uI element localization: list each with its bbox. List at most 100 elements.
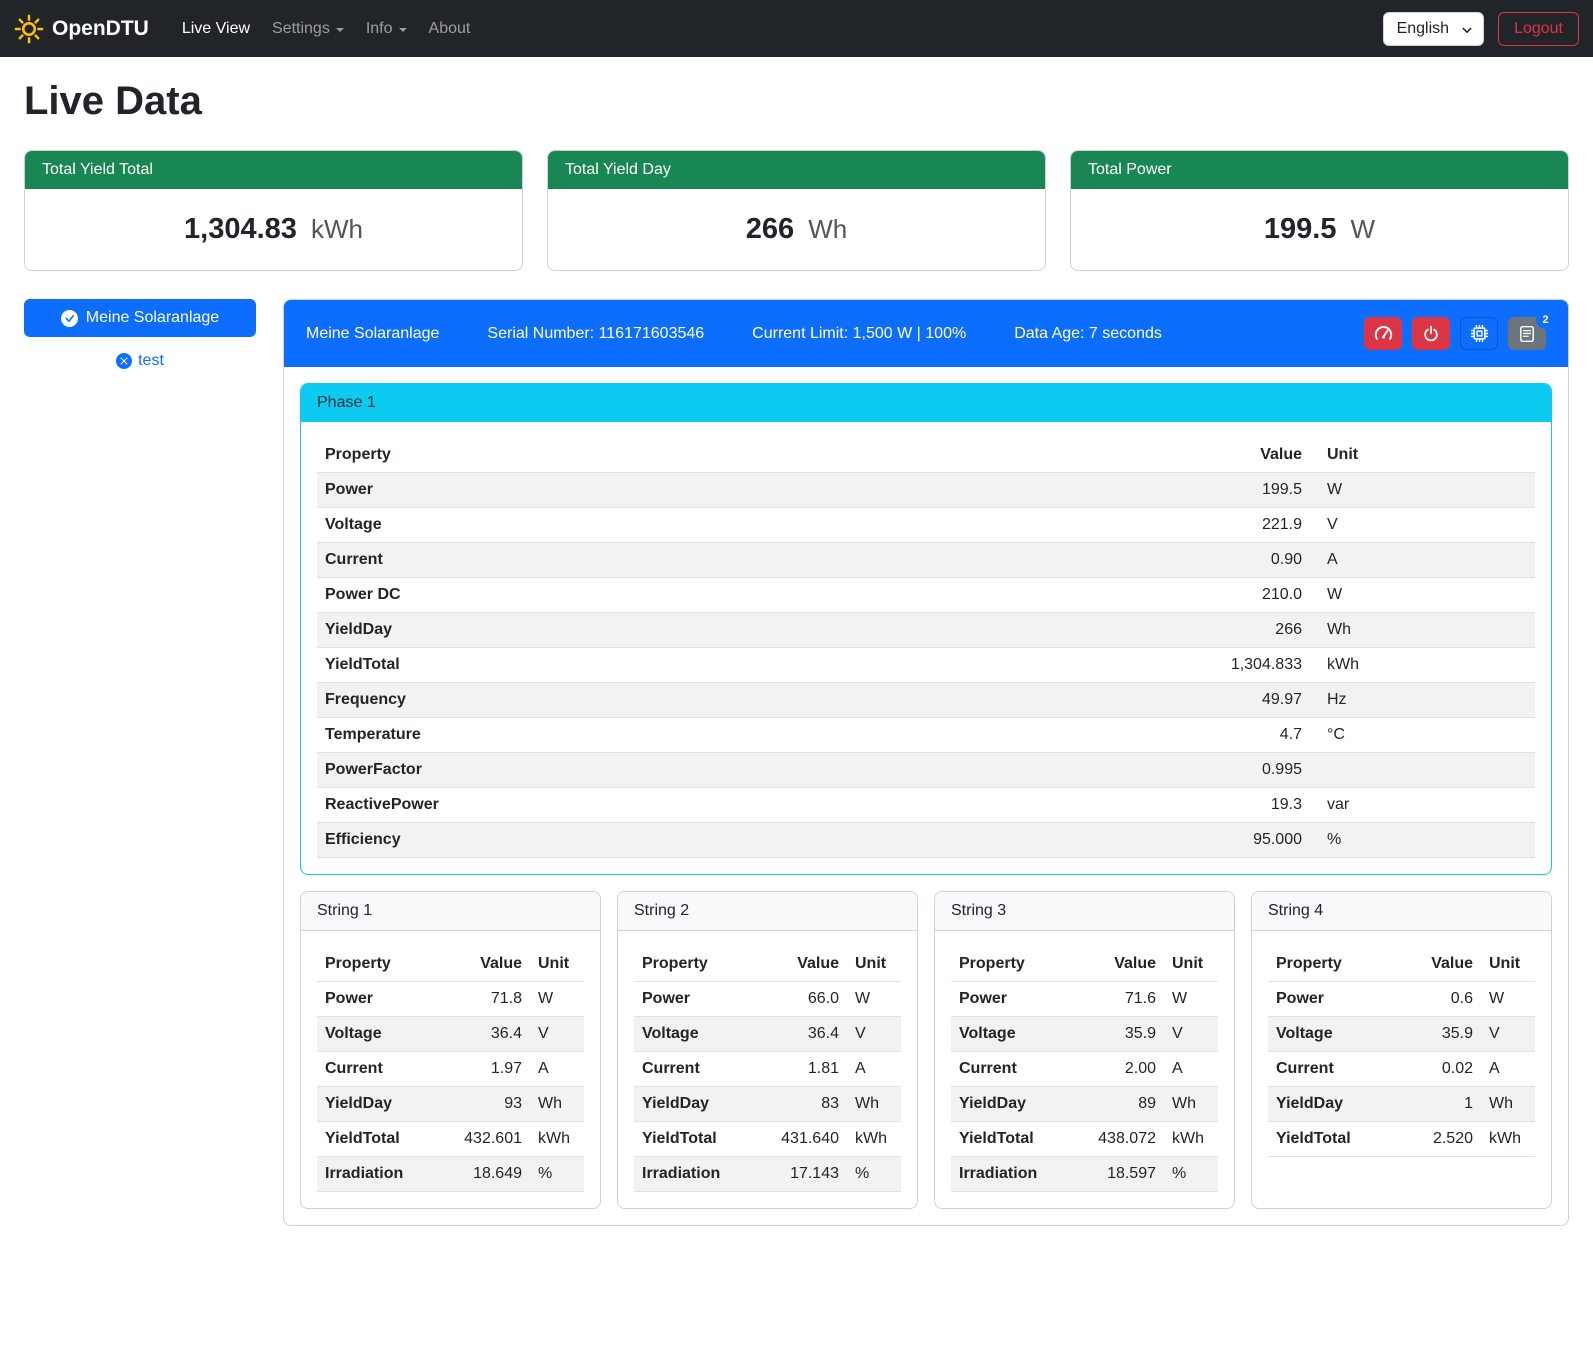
- strings-row: String 1 Property Value Unit Power 71.8 …: [300, 891, 1552, 1209]
- table-row: ReactivePower 19.3 var: [317, 788, 1535, 823]
- property-value: 210.0: [1180, 578, 1310, 613]
- property-name: YieldTotal: [1268, 1122, 1409, 1157]
- device-info-button[interactable]: [1460, 317, 1498, 350]
- table-row: Current 1.81 A: [634, 1052, 901, 1087]
- logout-button[interactable]: Logout: [1498, 12, 1579, 46]
- col-unit: Unit: [1481, 947, 1535, 982]
- brand[interactable]: OpenDTU: [14, 14, 149, 44]
- property-value: 35.9: [1090, 1017, 1164, 1052]
- property-value: 1: [1409, 1087, 1481, 1122]
- card-header: Total Power: [1071, 151, 1568, 189]
- table-row: YieldTotal 2.520 kWh: [1268, 1122, 1535, 1157]
- table-row: YieldTotal 438.072 kWh: [951, 1122, 1218, 1157]
- table-row: Current 2.00 A: [951, 1052, 1218, 1087]
- property-name: Power: [317, 473, 1180, 508]
- property-unit: V: [1164, 1017, 1218, 1052]
- total-yield-total-value: 1,304.83: [184, 213, 297, 245]
- property-unit: %: [847, 1157, 901, 1192]
- card-header: Total Yield Total: [25, 151, 522, 189]
- property-value: 19.3: [1180, 788, 1310, 823]
- property-name: PowerFactor: [317, 753, 1180, 788]
- property-name: Temperature: [317, 718, 1180, 753]
- inverter-limit: Current Limit: 1,500 W | 100%: [752, 325, 966, 343]
- event-log-button[interactable]: 2: [1508, 317, 1546, 350]
- limit-settings-button[interactable]: [1364, 317, 1402, 350]
- property-name: Current: [317, 1052, 456, 1087]
- table-row: YieldDay 266 Wh: [317, 613, 1535, 648]
- property-unit: Wh: [1481, 1087, 1535, 1122]
- table-row: PowerFactor 0.995: [317, 753, 1535, 788]
- x-circle-icon: [116, 353, 132, 369]
- property-unit: Wh: [1310, 613, 1535, 648]
- property-value: 1,304.833: [1180, 648, 1310, 683]
- col-unit: Unit: [1310, 438, 1535, 473]
- language-select[interactable]: English: [1383, 12, 1484, 46]
- sidebar-item-meine-solaranlage[interactable]: Meine Solaranlage: [24, 299, 256, 337]
- nav-settings[interactable]: Settings: [261, 12, 355, 46]
- property-name: Power: [317, 982, 456, 1017]
- property-unit: W: [1481, 982, 1535, 1017]
- property-unit: kWh: [847, 1122, 901, 1157]
- table-row: YieldTotal 431.640 kWh: [634, 1122, 901, 1157]
- inverter-panel: Meine Solaranlage Serial Number: 1161716…: [283, 299, 1569, 1226]
- string-table: Property Value Unit Power 71.6 W Voltage…: [951, 947, 1218, 1192]
- property-name: YieldTotal: [634, 1122, 773, 1157]
- property-value: 0.02: [1409, 1052, 1481, 1087]
- property-name: Efficiency: [317, 823, 1180, 858]
- total-power-unit: W: [1351, 214, 1376, 244]
- property-unit: W: [530, 982, 584, 1017]
- table-row: Current 0.90 A: [317, 543, 1535, 578]
- property-value: 431.640: [773, 1122, 847, 1157]
- page-container: Live Data Total Yield Total 1,304.83 kWh…: [0, 57, 1593, 1250]
- nav-live-view-label: Live View: [182, 20, 250, 38]
- property-unit: V: [1481, 1017, 1535, 1052]
- nav-about-label: About: [429, 20, 471, 38]
- property-name: Power: [634, 982, 773, 1017]
- property-unit: W: [1310, 578, 1535, 613]
- table-row: Power 0.6 W: [1268, 982, 1535, 1017]
- power-button[interactable]: [1412, 317, 1450, 350]
- card-value: 1,304.83 kWh: [25, 189, 522, 270]
- property-unit: W: [1310, 473, 1535, 508]
- inverter-actions: 2: [1364, 317, 1546, 350]
- phase-card-body: Property Value Unit Power 199.5 W Voltag…: [301, 422, 1551, 874]
- nav-info[interactable]: Info: [355, 12, 418, 46]
- property-value: 4.7: [1180, 718, 1310, 753]
- property-unit: %: [1164, 1157, 1218, 1192]
- brand-label: OpenDTU: [52, 17, 149, 41]
- property-name: Voltage: [317, 1017, 456, 1052]
- nav-about[interactable]: About: [418, 12, 482, 46]
- table-row: Current 1.97 A: [317, 1052, 584, 1087]
- journal-icon: [1518, 325, 1536, 343]
- table-row: Current 0.02 A: [1268, 1052, 1535, 1087]
- table-row: Power 71.8 W: [317, 982, 584, 1017]
- property-name: YieldDay: [634, 1087, 773, 1122]
- property-value: 0.6: [1409, 982, 1481, 1017]
- property-value: 89: [1090, 1087, 1164, 1122]
- property-name: Voltage: [634, 1017, 773, 1052]
- property-value: 83: [773, 1087, 847, 1122]
- col-unit: Unit: [530, 947, 584, 982]
- property-unit: kWh: [530, 1122, 584, 1157]
- property-name: Voltage: [951, 1017, 1090, 1052]
- property-unit: A: [1310, 543, 1535, 578]
- property-value: 35.9: [1409, 1017, 1481, 1052]
- col-property: Property: [317, 947, 456, 982]
- property-name: Current: [951, 1052, 1090, 1087]
- property-unit: kWh: [1481, 1122, 1535, 1157]
- string-card-title: String 2: [618, 892, 917, 931]
- table-row: YieldDay 93 Wh: [317, 1087, 584, 1122]
- table-row: Temperature 4.7 °C: [317, 718, 1535, 753]
- property-value: 432.601: [456, 1122, 530, 1157]
- property-name: ReactivePower: [317, 788, 1180, 823]
- nav-live-view[interactable]: Live View: [171, 12, 261, 46]
- table-row: Voltage 35.9 V: [951, 1017, 1218, 1052]
- sidebar-item-test[interactable]: test: [24, 352, 256, 370]
- col-value: Value: [1409, 947, 1481, 982]
- table-row: YieldDay 83 Wh: [634, 1087, 901, 1122]
- property-unit: Hz: [1310, 683, 1535, 718]
- total-yield-total-unit: kWh: [311, 214, 363, 244]
- cpu-icon: [1470, 324, 1489, 343]
- property-name: YieldDay: [951, 1087, 1090, 1122]
- property-value: 438.072: [1090, 1122, 1164, 1157]
